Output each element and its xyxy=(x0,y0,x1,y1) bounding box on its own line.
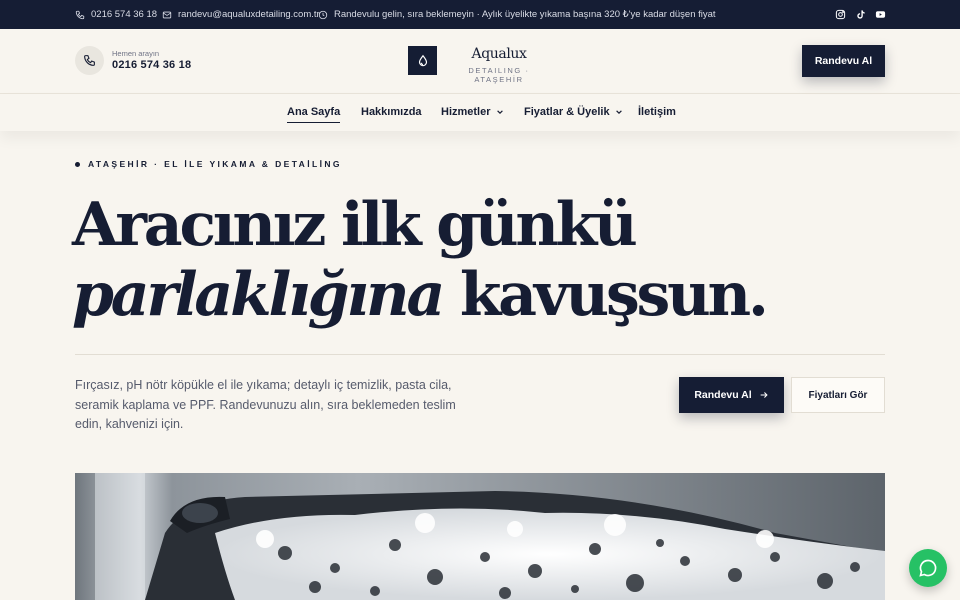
instagram-icon[interactable] xyxy=(835,9,846,20)
nav-item-about[interactable]: Hakkımızda xyxy=(361,106,422,118)
hero-eyebrow-text: ATAŞEHİR · EL İLE YIKAMA & DETAİLİNG xyxy=(88,159,342,169)
nav-item-services[interactable]: Hizmetler xyxy=(441,106,504,118)
nav-item-label: Ana Sayfa xyxy=(287,106,341,118)
view-prices-button[interactable]: Fiyatları Gör xyxy=(791,377,885,413)
hero-appointment-label: Randevu Al xyxy=(694,389,752,401)
top-bar: 0216 574 36 18 randevu@aqualuxdetailing.… xyxy=(0,0,960,29)
nav-item-label: İletişim xyxy=(638,106,676,118)
topbar-phone-text: 0216 574 36 18 xyxy=(91,9,158,20)
tiktok-icon[interactable] xyxy=(855,9,866,20)
water-drop-icon xyxy=(418,54,427,66)
bullet-dot xyxy=(75,161,80,167)
nav-item-label: Hizmetler xyxy=(441,106,491,118)
headline-emphasis: parlaklığına xyxy=(72,260,445,330)
call-button[interactable] xyxy=(75,46,104,75)
logo-mark[interactable] xyxy=(408,46,437,75)
hero-divider xyxy=(75,354,885,355)
hero-car-wash-image xyxy=(75,473,885,600)
site-header: Hemen arayın 0216 574 36 18 Aqualux DETA… xyxy=(0,29,960,94)
whatsapp-chat-button[interactable] xyxy=(909,549,947,587)
nav-item-home[interactable]: Ana Sayfa xyxy=(287,106,341,123)
chevron-down-icon xyxy=(496,110,503,115)
phone-icon xyxy=(84,55,95,66)
youtube-icon[interactable] xyxy=(875,9,886,20)
phone-icon xyxy=(75,10,85,19)
nav-item-contact[interactable]: İletişim xyxy=(638,106,676,118)
brand-subtitle: DETAILING · ATAŞEHİR xyxy=(468,66,530,84)
car-wash-illustration xyxy=(75,473,885,600)
hero-headline: Aracınız ilk günkü parlaklığına kavuşsun… xyxy=(72,190,892,330)
hero-appointment-button[interactable]: Randevu Al xyxy=(679,377,784,413)
nav-item-label: Hakkımızda xyxy=(361,106,422,118)
clock-icon xyxy=(318,10,328,19)
chat-bubble-icon xyxy=(919,559,937,577)
headline-rest: kavuşsun. xyxy=(442,260,769,330)
topbar-email[interactable]: randevu@aqualuxdetailing.com.tr xyxy=(162,9,320,20)
nav-item-pricing[interactable]: Fiyatlar & Üyelik xyxy=(524,106,623,118)
topbar-phone[interactable]: 0216 574 36 18 xyxy=(75,9,157,20)
brand-name[interactable]: Aqualux xyxy=(446,46,552,62)
call-label: Hemen arayın xyxy=(112,49,160,58)
topbar-email-text: randevu@aqualuxdetailing.com.tr xyxy=(178,9,320,20)
topbar-notice-text: Randevulu gelin, sıra beklemeyin · Aylık… xyxy=(334,9,716,20)
arrow-right-icon xyxy=(760,392,768,398)
topbar-notice: Randevulu gelin, sıra beklemeyin · Aylık… xyxy=(318,9,716,20)
headline-line-1: Aracınız ilk günkü xyxy=(72,190,638,260)
main-nav: Ana Sayfa Hakkımızda Hizmetler Fiyatlar … xyxy=(0,94,960,131)
headline-line-2: parlaklığına kavuşsun. xyxy=(72,260,892,330)
header-appointment-button[interactable]: Randevu Al xyxy=(802,45,885,77)
hero-eyebrow: ATAŞEHİR · EL İLE YIKAMA & DETAİLİNG xyxy=(75,159,342,169)
mail-icon xyxy=(162,11,172,18)
nav-item-label: Fiyatlar & Üyelik xyxy=(524,106,610,118)
call-number[interactable]: 0216 574 36 18 xyxy=(112,59,191,71)
hero-description: Fırçasız, pH nötr köpükle el ile yıkama;… xyxy=(75,378,456,431)
chevron-down-icon xyxy=(615,110,622,115)
